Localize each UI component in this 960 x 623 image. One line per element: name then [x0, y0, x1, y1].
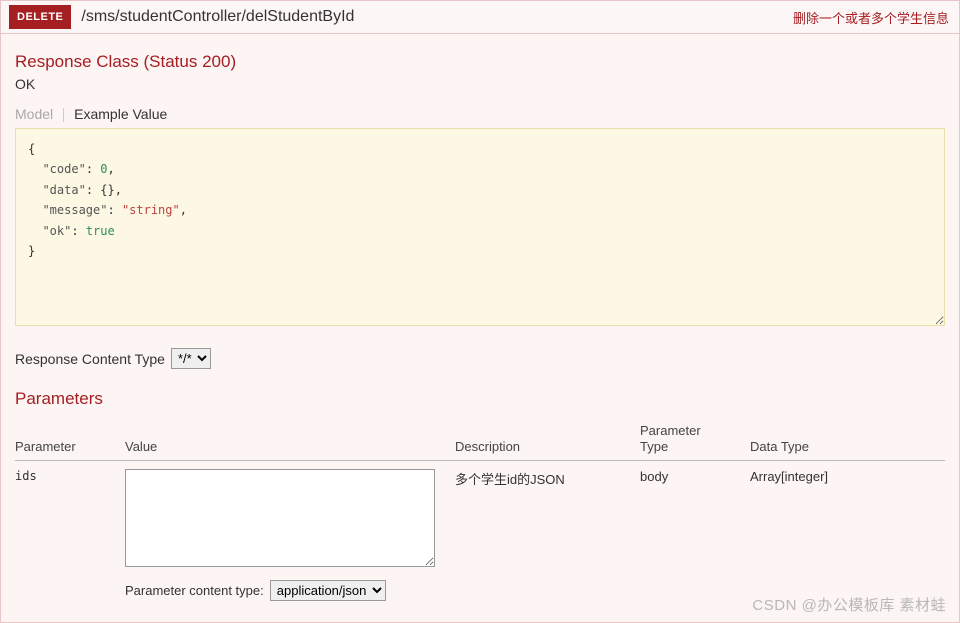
- example-value-box[interactable]: { "code": 0, "data": {}, "message": "str…: [15, 128, 945, 326]
- param-type: body: [640, 461, 750, 610]
- response-content-type-row: Response Content Type */*: [15, 348, 945, 369]
- param-content-type-label: Parameter content type:: [125, 583, 264, 598]
- json-key: "data": [42, 183, 85, 197]
- json-key: "ok": [42, 224, 71, 238]
- param-name: ids: [15, 461, 125, 610]
- parameters-header-row: Parameter Value Description ParameterTyp…: [15, 417, 945, 461]
- response-content-type-label: Response Content Type: [15, 351, 165, 367]
- tab-model[interactable]: Model: [15, 106, 53, 124]
- col-value: Value: [125, 417, 455, 461]
- col-description: Description: [455, 417, 640, 461]
- response-content-type-select[interactable]: */*: [171, 348, 211, 369]
- parameters-heading: Parameters: [15, 389, 945, 409]
- param-content-type-select[interactable]: application/json: [270, 580, 386, 601]
- response-tabs: Model Example Value: [15, 106, 945, 124]
- param-content-type-row: Parameter content type: application/json: [125, 580, 451, 601]
- http-method-badge: DELETE: [9, 5, 71, 29]
- json-number: 0: [100, 162, 107, 176]
- json-object: {}: [100, 183, 114, 197]
- json-key: "code": [42, 162, 85, 176]
- operation-body: Response Class (Status 200) OK Model Exa…: [1, 34, 959, 609]
- table-row: ids Parameter content type: application/…: [15, 461, 945, 610]
- json-key: "message": [42, 203, 107, 217]
- response-status-text: OK: [15, 76, 945, 92]
- col-parameter: Parameter: [15, 417, 125, 461]
- param-value-cell: Parameter content type: application/json: [125, 461, 455, 610]
- parameters-table: Parameter Value Description ParameterTyp…: [15, 417, 945, 609]
- operation-header[interactable]: DELETE /sms/studentController/delStudent…: [1, 1, 959, 34]
- endpoint-path: /sms/studentController/delStudentById: [81, 8, 793, 26]
- response-class-title: Response Class (Status 200): [15, 52, 945, 72]
- param-data-type: Array[integer]: [750, 461, 945, 610]
- col-parameter-type: ParameterType: [640, 417, 750, 461]
- tab-example-value[interactable]: Example Value: [74, 106, 168, 124]
- param-description: 多个学生id的JSON: [455, 461, 640, 610]
- endpoint-description: 删除一个或者多个学生信息: [793, 8, 949, 27]
- param-value-input[interactable]: [125, 469, 435, 567]
- col-data-type: Data Type: [750, 417, 945, 461]
- json-boolean: true: [86, 224, 115, 238]
- tab-separator: [63, 108, 64, 122]
- json-string: "string": [122, 203, 180, 217]
